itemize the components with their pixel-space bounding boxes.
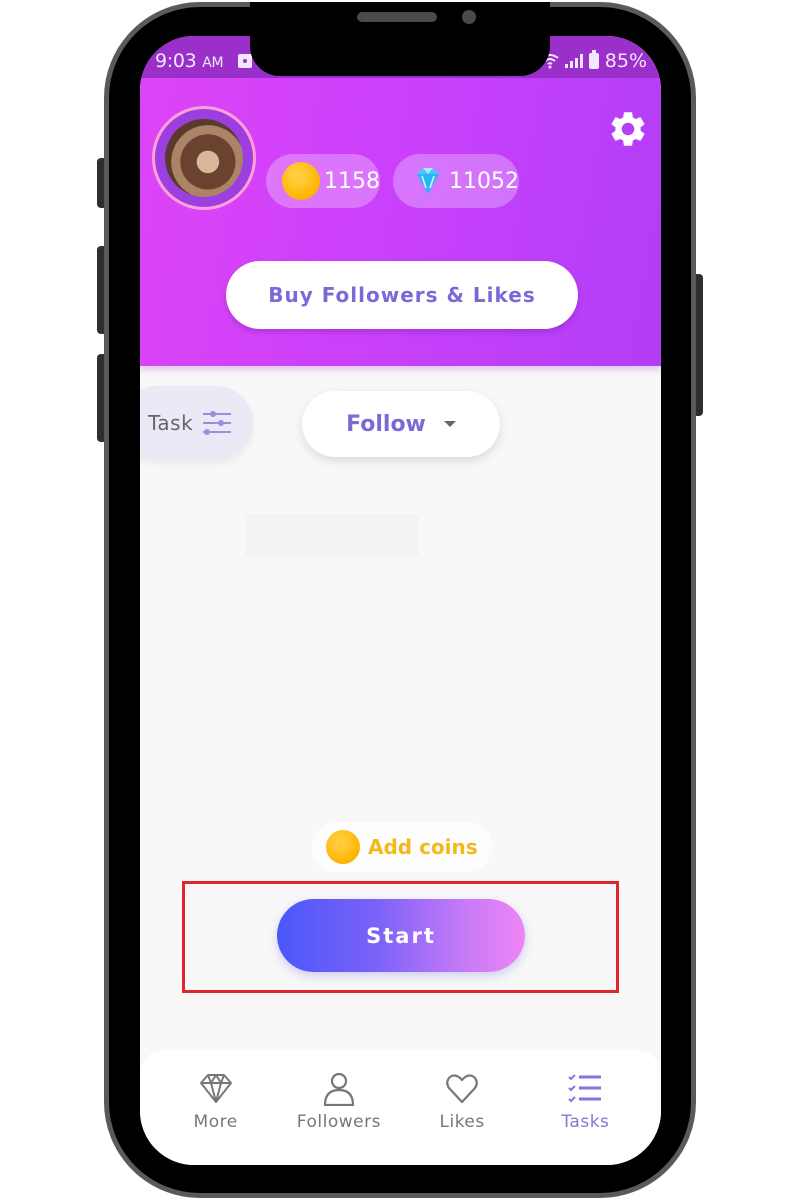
- nav-item-tasks[interactable]: Tasks: [530, 1072, 640, 1132]
- nav-label: Followers: [296, 1112, 381, 1132]
- gems-count: 11052: [449, 168, 519, 194]
- task-label: Task: [148, 411, 194, 435]
- coins-count: 1158: [324, 168, 380, 194]
- nav-label: Tasks: [561, 1112, 610, 1132]
- nav-item-more[interactable]: More: [161, 1072, 271, 1132]
- status-time-value: 9:03: [155, 50, 197, 72]
- add-coins-button[interactable]: Add coins: [312, 822, 492, 872]
- start-button[interactable]: Start: [277, 899, 525, 972]
- checklist-icon: [568, 1074, 602, 1103]
- front-camera: [462, 10, 476, 24]
- status-time: 9:03 AM: [155, 50, 224, 72]
- nav-item-followers[interactable]: Followers: [284, 1072, 394, 1132]
- heart-icon: [446, 1074, 478, 1104]
- bottom-nav: More Followers Likes Tasks: [140, 1050, 661, 1165]
- gems-balance[interactable]: 11052: [393, 154, 519, 208]
- coins-balance[interactable]: 1158: [266, 154, 380, 208]
- chevron-down-icon: [443, 421, 456, 427]
- signal-icon: [564, 54, 583, 68]
- status-time-ampm: AM: [202, 55, 224, 71]
- battery-percent: 85%: [604, 50, 647, 72]
- person-icon: [323, 1072, 354, 1106]
- speaker-grille: [357, 12, 437, 22]
- avatar-ring[interactable]: [152, 106, 256, 210]
- nav-label: Likes: [439, 1112, 485, 1132]
- content-placeholder: [245, 514, 419, 556]
- diamond-gem-icon: [417, 168, 439, 194]
- coin-icon: [282, 162, 320, 200]
- nav-item-likes[interactable]: Likes: [407, 1072, 517, 1132]
- battery-icon: [588, 50, 599, 69]
- phone-notch: [250, 2, 550, 76]
- nav-label: More: [193, 1112, 238, 1132]
- task-filter-button[interactable]: Task: [140, 386, 253, 460]
- filter-sliders-icon: [203, 411, 232, 435]
- task-type-dropdown[interactable]: Follow: [302, 391, 500, 457]
- dropdown-selected-value: Follow: [346, 411, 426, 437]
- buy-followers-likes-button[interactable]: Buy Followers & Likes: [226, 261, 578, 329]
- status-indicators: 85%: [541, 50, 647, 72]
- app-screen: 9:03 AM 85% 1158: [140, 36, 661, 1165]
- profile-header: 1158 11052 Buy Followers & Likes: [140, 78, 661, 366]
- add-coins-label: Add coins: [368, 835, 478, 859]
- notification-icon: [238, 54, 252, 68]
- settings-gear-icon[interactable]: [607, 108, 649, 150]
- diamond-icon: [199, 1074, 232, 1103]
- avatar[interactable]: [165, 119, 243, 197]
- coin-icon: [326, 830, 360, 864]
